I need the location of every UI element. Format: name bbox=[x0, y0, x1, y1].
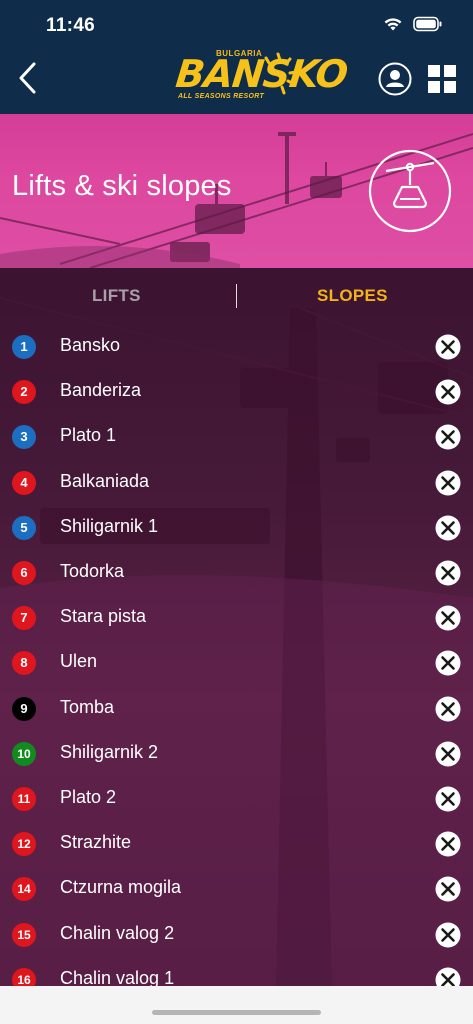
slope-name: Ctzurna mogila bbox=[60, 877, 182, 898]
slope-number-badge: 9 bbox=[12, 696, 36, 721]
slope-number-badge: 16 bbox=[12, 967, 36, 986]
slope-row[interactable]: 3 Plato 1 bbox=[0, 414, 473, 459]
tab-divider bbox=[236, 284, 237, 308]
slope-number-badge: 12 bbox=[12, 832, 36, 857]
logo-tagline: ALL SEASONS RESORT bbox=[178, 93, 265, 100]
slope-row[interactable]: 4 Balkaniada bbox=[0, 460, 473, 505]
page-title: Lifts & ski slopes bbox=[12, 170, 232, 202]
slope-closed-icon bbox=[435, 334, 461, 360]
profile-button[interactable] bbox=[378, 62, 412, 96]
slope-name: Chalin valog 1 bbox=[60, 967, 175, 986]
slope-closed-icon bbox=[435, 470, 461, 496]
chairlift-icon bbox=[368, 149, 452, 233]
slopes-content: LIFTS SLOPES 1 Bansko 2 Banderiza 3 Plato 1 4 B… bbox=[0, 268, 473, 986]
tab-lifts[interactable]: LIFTS bbox=[92, 286, 141, 306]
slope-row[interactable]: 6 Todorka bbox=[0, 550, 473, 595]
slope-row[interactable]: 8 Ulen bbox=[0, 640, 473, 685]
slope-row[interactable]: 12 Strazhite bbox=[0, 821, 473, 866]
hero-banner: Lifts & ski slopes bbox=[0, 114, 473, 268]
slope-name: Shiligarnik 2 bbox=[60, 741, 159, 762]
slope-number-badge: 14 bbox=[12, 877, 36, 902]
slope-closed-icon bbox=[435, 786, 461, 812]
home-bar-area bbox=[0, 986, 473, 1024]
slope-name: Plato 1 bbox=[60, 425, 117, 446]
slope-number-badge: 15 bbox=[12, 922, 36, 947]
slope-closed-icon bbox=[435, 424, 461, 450]
slope-number-badge: 4 bbox=[12, 470, 36, 495]
slope-closed-icon bbox=[435, 831, 461, 857]
slope-number-badge: 7 bbox=[12, 606, 36, 631]
slope-closed-icon bbox=[435, 560, 461, 586]
bansko-logo: BULGARIA BANSKO ALL SEASONS RESORT bbox=[170, 44, 349, 108]
slope-closed-icon bbox=[435, 967, 461, 986]
status-icons bbox=[383, 16, 443, 32]
slope-name: Plato 2 bbox=[60, 787, 117, 807]
slope-number-badge: 1 bbox=[12, 335, 36, 359]
top-bar: 11:46 BULGARIA BANSKO ALL SEASONS RESORT bbox=[0, 0, 473, 114]
slope-number-badge: 11 bbox=[12, 787, 36, 811]
slope-closed-icon bbox=[435, 741, 461, 767]
wifi-icon bbox=[384, 18, 402, 31]
slope-name: Tomba bbox=[60, 696, 115, 717]
slope-name: Banderiza bbox=[60, 380, 142, 401]
slope-row[interactable]: 11 Plato 2 bbox=[0, 776, 473, 821]
slope-number-badge: 10 bbox=[12, 741, 36, 766]
slope-row[interactable]: 2 Banderiza bbox=[0, 369, 473, 414]
home-indicator[interactable] bbox=[152, 1010, 321, 1015]
slope-row[interactable]: 16 Chalin valog 1 bbox=[0, 957, 473, 986]
slope-closed-icon bbox=[435, 922, 461, 948]
slope-row[interactable]: 7 Stara pista bbox=[0, 595, 473, 640]
slope-closed-icon bbox=[435, 696, 461, 722]
slope-row[interactable]: 10 Shiligarnik 2 bbox=[0, 731, 473, 776]
slope-closed-icon bbox=[435, 876, 461, 902]
slope-name: Chalin valog 2 bbox=[60, 922, 175, 943]
grid-icon bbox=[428, 65, 456, 93]
slope-name: Bansko bbox=[60, 335, 121, 355]
chevron-left-icon bbox=[19, 62, 36, 94]
user-icon bbox=[378, 62, 412, 96]
slope-closed-icon bbox=[435, 379, 461, 405]
status-time: 11:46 bbox=[46, 15, 96, 36]
slope-closed-icon bbox=[435, 605, 461, 631]
slope-number-badge: 6 bbox=[12, 561, 36, 585]
slope-number-badge: 5 bbox=[12, 515, 36, 540]
slope-row[interactable]: 15 Chalin valog 2 bbox=[0, 912, 473, 957]
slope-row[interactable]: 1 Bansko bbox=[0, 324, 473, 369]
slope-closed-icon bbox=[435, 650, 461, 676]
lifts-slopes-tabs: LIFTS SLOPES bbox=[0, 268, 473, 324]
slope-name: Balkaniada bbox=[60, 470, 150, 491]
logo-wordmark: BANSKO bbox=[173, 52, 350, 96]
battery-icon bbox=[413, 16, 442, 32]
slope-number-badge: 8 bbox=[12, 651, 36, 676]
menu-grid-button[interactable] bbox=[428, 65, 456, 93]
slope-name: Stara pista bbox=[60, 606, 147, 627]
back-button[interactable] bbox=[14, 58, 44, 98]
slope-name: Todorka bbox=[60, 561, 125, 581]
tab-slopes[interactable]: SLOPES bbox=[317, 286, 388, 306]
slope-row[interactable]: 9 Tomba bbox=[0, 686, 473, 731]
slope-name: Strazhite bbox=[60, 832, 132, 853]
slope-name: Shiligarnik 1 bbox=[60, 515, 159, 536]
slope-row[interactable]: 5 Shiligarnik 1 bbox=[0, 505, 473, 550]
slope-closed-icon bbox=[435, 515, 461, 541]
slope-row[interactable]: 14 Ctzurna mogila bbox=[0, 866, 473, 911]
slope-number-badge: 3 bbox=[12, 425, 36, 450]
slope-number-badge: 2 bbox=[12, 380, 36, 405]
slope-name: Ulen bbox=[60, 651, 98, 672]
